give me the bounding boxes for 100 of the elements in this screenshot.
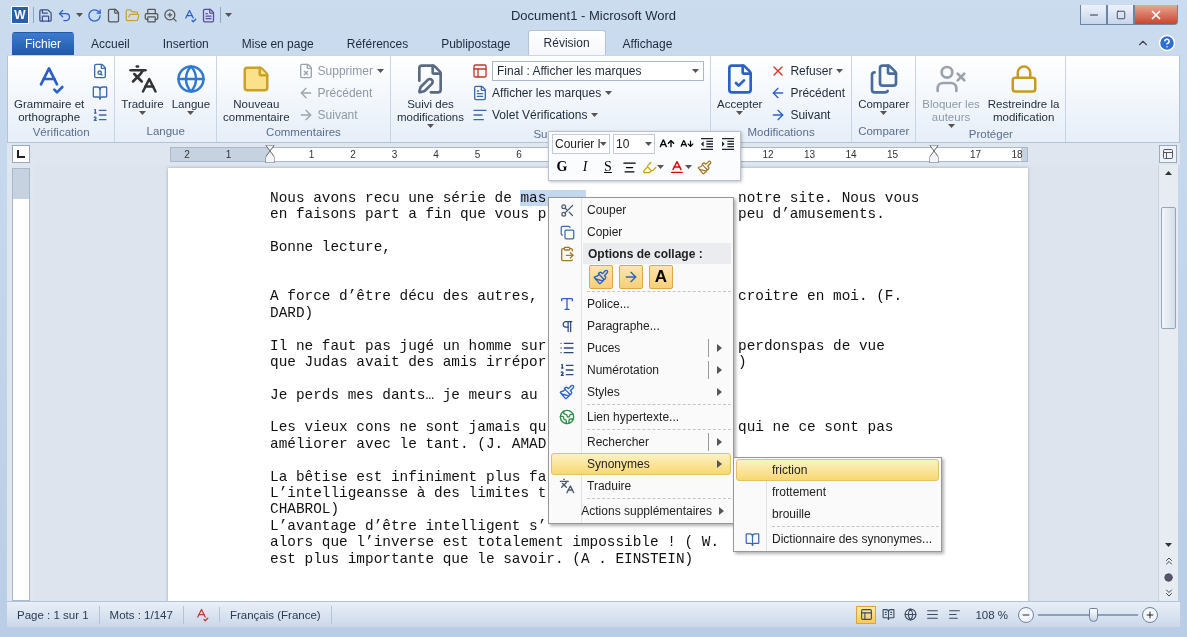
ribbon-button[interactable]: Grammaire et orthographe: [11, 58, 88, 124]
ribbon-button[interactable]: Langue: [168, 58, 214, 115]
zoom-level: 108 %: [974, 607, 1009, 623]
document-text: améliorer avec le tant. (J. AMAD: [270, 435, 547, 453]
paintbrush-icon: [593, 269, 609, 285]
menu-item[interactable]: Actions supplémentaires: [551, 500, 731, 522]
ribbon-button[interactable]: Suivi des modifications: [393, 58, 468, 128]
ribbon-tab[interactable]: Références: [330, 32, 425, 55]
font-name-field[interactable]: Courier l: [552, 134, 610, 154]
format-button[interactable]: S: [598, 157, 618, 177]
printer-icon[interactable]: [144, 7, 159, 23]
format-button[interactable]: I: [575, 157, 595, 177]
print-layout-icon: [859, 608, 873, 621]
minimize-button[interactable]: [1080, 5, 1107, 25]
draft-icon: [947, 608, 961, 621]
menu-item[interactable]: Lien hypertexte...: [551, 406, 731, 428]
menu-item[interactable]: Synonymes: [551, 453, 731, 475]
maximize-button[interactable]: [1107, 5, 1134, 25]
word-count: Mots : 1/147: [99, 605, 184, 624]
document-text: CHABROL): [270, 501, 340, 518]
numbering-icon: [559, 362, 575, 378]
ribbon-tab[interactable]: Publipostage: [425, 32, 527, 55]
view-ruler-button[interactable]: [1159, 145, 1177, 163]
paintbrush-icon: [697, 159, 712, 175]
group-label: Commentaires: [265, 126, 342, 140]
format-painter-button[interactable]: [696, 158, 713, 176]
circle-icon: [1164, 572, 1173, 582]
view-button[interactable]: [856, 605, 877, 624]
ribbon-tab[interactable]: Mise en page: [225, 32, 330, 55]
save-icon[interactable]: [38, 7, 53, 23]
tab-stop-button[interactable]: [12, 145, 30, 163]
document-text: DARD): [270, 304, 314, 322]
file-tab[interactable]: Fichier: [12, 32, 74, 55]
submenu-arrow-icon: [717, 460, 722, 468]
zoom-thumb[interactable]: [1089, 607, 1098, 622]
document-text: est plus importante que le savoir. (A . EINSTEIN): [270, 550, 694, 567]
ruler-number: 13: [803, 147, 816, 161]
paste-option-button[interactable]: A: [649, 265, 673, 289]
menu-item[interactable]: Traduire: [551, 475, 731, 497]
ribbon-tab[interactable]: Accueil: [75, 32, 146, 55]
undo-icon[interactable]: [57, 7, 72, 23]
font-color-button[interactable]: [668, 158, 693, 176]
redo-icon[interactable]: [87, 7, 102, 23]
ribbon-button[interactable]: Suivant: [767, 104, 849, 126]
menu-item[interactable]: Police...: [551, 293, 731, 315]
document-icon[interactable]: [201, 7, 216, 23]
ribbon-button[interactable]: Accepter: [714, 58, 766, 115]
ribbon-button[interactable]: Refuser: [767, 60, 849, 82]
menu-item[interactable]: Puces: [551, 337, 731, 359]
menu-item[interactable]: Paragraphe...: [551, 315, 731, 337]
document-text: Les vieux cons ne sont jamais qu: [270, 419, 547, 436]
ribbon-tab[interactable]: Insertion: [146, 32, 225, 55]
menu-item[interactable]: friction: [736, 459, 939, 481]
new-document-icon[interactable]: [106, 7, 121, 23]
spellcheck-icon[interactable]: [182, 7, 197, 23]
ribbon-button[interactable]: Traduire: [118, 58, 167, 115]
ruler-number: 6: [516, 147, 522, 161]
align-center-icon: [622, 159, 637, 175]
menu-item[interactable]: brouille: [736, 503, 939, 525]
ribbon-tab[interactable]: Affichage: [606, 32, 689, 55]
zoom-out-button[interactable]: [1018, 606, 1034, 623]
ruler-number: 17: [969, 147, 982, 161]
ribbon-button[interactable]: Précédent: [767, 82, 849, 104]
caret-icon: [76, 13, 83, 17]
globe-link-icon: [559, 409, 575, 425]
help-icon[interactable]: [1158, 33, 1176, 52]
indent-marker[interactable]: [265, 144, 275, 163]
ribbon-button[interactable]: Volet Vérifications: [469, 104, 708, 126]
caret-icon: [947, 124, 955, 128]
ribbon-button[interactable]: Nouveau commentaire: [220, 58, 293, 124]
zoom-in-button[interactable]: [1142, 606, 1158, 623]
font-size-field[interactable]: 10: [613, 134, 655, 154]
group-label: Protéger: [967, 128, 1014, 142]
paste-option-button[interactable]: [589, 265, 613, 289]
format-button[interactable]: G: [552, 157, 572, 177]
menu-item[interactable]: Dictionnaire des synonymes...: [736, 528, 939, 550]
increase-indent-button[interactable]: [719, 135, 737, 153]
ribbon-button[interactable]: Restreindre la modification: [984, 58, 1063, 124]
decrease-indent-button[interactable]: [698, 135, 716, 153]
document-text: que Judas avait des amis irrépor: [270, 353, 547, 371]
scroll-thumb[interactable]: [1161, 207, 1176, 329]
document-text: Il ne faut pas jugé un homme sur: [270, 337, 547, 354]
menu-item[interactable]: frottement: [736, 481, 939, 503]
menu-item[interactable]: Copier: [551, 221, 731, 243]
document-text: alors que l’inverse est totalement impossible ! ( W.: [270, 534, 720, 551]
menu-item[interactable]: Rechercher: [551, 431, 731, 453]
menu-item[interactable]: Styles: [551, 381, 731, 403]
ribbon-button[interactable]: Comparer: [855, 58, 913, 115]
caret-icon: [591, 113, 599, 117]
paste-option-button[interactable]: [619, 265, 643, 289]
ribbon-button[interactable]: Afficher les marques: [469, 82, 708, 104]
ribbon-tab[interactable]: Révision: [527, 30, 606, 55]
font-icon: [559, 296, 575, 312]
caret-icon: [605, 91, 613, 95]
caret-icon: [225, 13, 232, 17]
ruler-number: 14: [845, 147, 857, 161]
group-label: Su: [532, 128, 549, 142]
close-button[interactable]: [1134, 5, 1178, 25]
menu-item[interactable]: Numérotation: [551, 359, 731, 381]
indent-marker[interactable]: [929, 144, 939, 163]
